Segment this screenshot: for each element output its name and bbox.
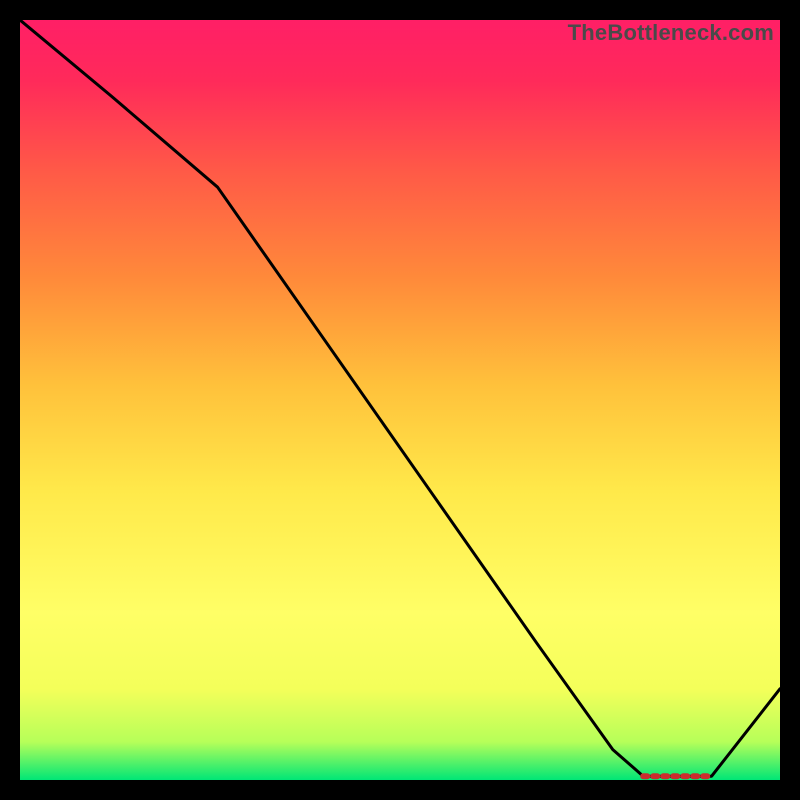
watermark-text: TheBottleneck.com xyxy=(568,20,774,46)
chart-frame: TheBottleneck.com xyxy=(20,20,780,780)
chart-line xyxy=(20,20,780,776)
chart-svg-overlay xyxy=(20,20,780,780)
